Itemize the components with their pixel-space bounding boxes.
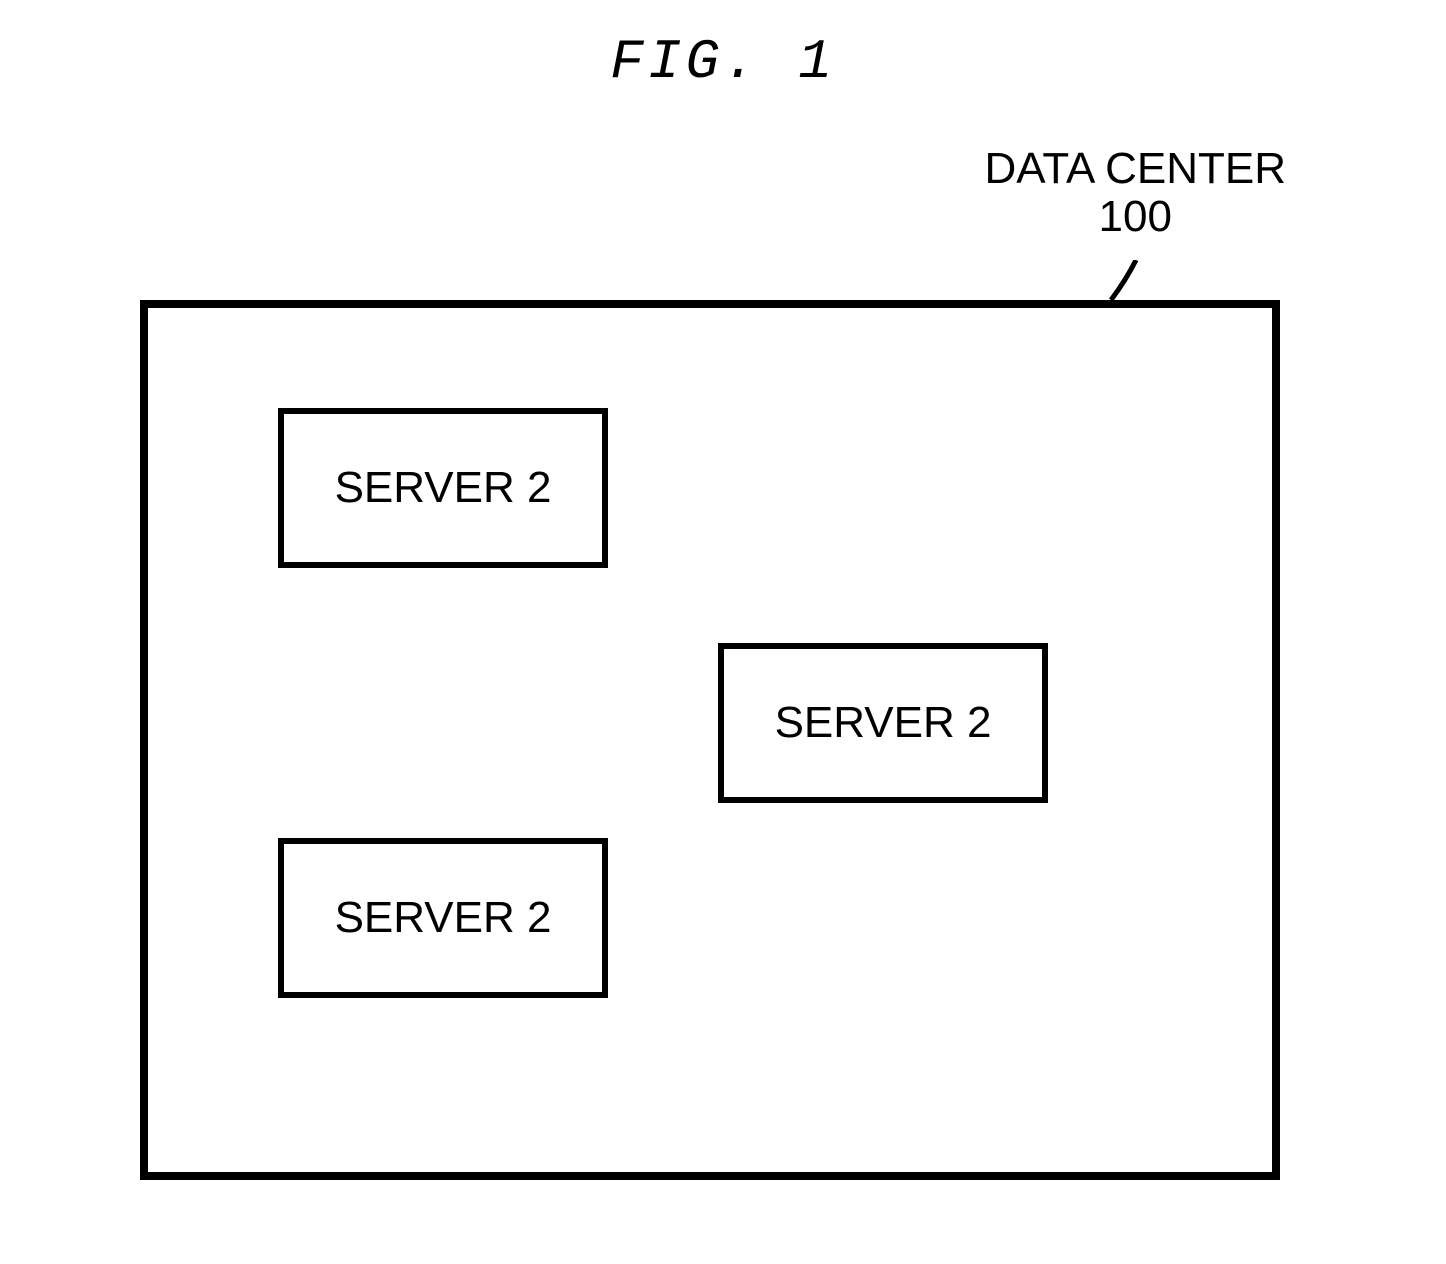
server-label: SERVER 2 bbox=[775, 698, 992, 748]
figure-title: FIG. 1 bbox=[610, 30, 836, 94]
server-box-3: SERVER 2 bbox=[278, 838, 608, 998]
data-center-container: SERVER 2 SERVER 2 SERVER 2 bbox=[140, 300, 1280, 1180]
server-box-2: SERVER 2 bbox=[718, 643, 1048, 803]
server-label: SERVER 2 bbox=[335, 893, 552, 943]
data-center-label-text: DATA CENTER bbox=[984, 145, 1286, 193]
server-label: SERVER 2 bbox=[335, 463, 552, 513]
server-box-1: SERVER 2 bbox=[278, 408, 608, 568]
data-center-label-number: 100 bbox=[984, 193, 1286, 241]
data-center-label: DATA CENTER 100 bbox=[984, 145, 1286, 242]
